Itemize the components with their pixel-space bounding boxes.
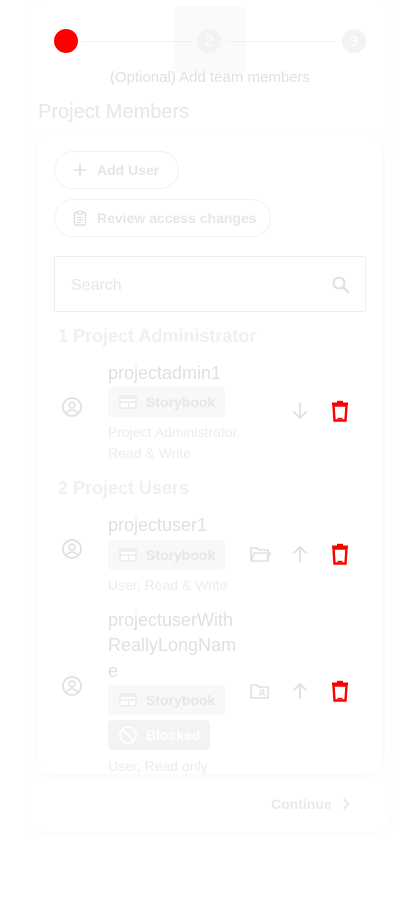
account-circle-icon [62, 676, 82, 696]
delete-icon[interactable] [329, 543, 351, 565]
step-3-number: 3 [349, 32, 359, 50]
user-role-line: Project Administrator, [108, 424, 241, 440]
add-user-button[interactable]: Add User [54, 151, 179, 189]
delete-icon[interactable] [329, 680, 351, 702]
add-team-members-page: 2 3 (Optional) Add team members Project … [0, 0, 420, 920]
user-name-line: projectuserWith [108, 610, 234, 630]
web-layout-icon [119, 693, 137, 707]
blocked-badge: Blocked [108, 720, 211, 750]
folder-open-icon[interactable] [249, 543, 271, 565]
group-header-administrators: 1 Project Administrator [58, 326, 257, 346]
user-role-line: Read & Write [108, 445, 191, 461]
arrow-down-icon[interactable] [289, 400, 311, 422]
project-chip: Storybook [108, 540, 226, 570]
search-icon[interactable] [331, 275, 351, 295]
web-layout-icon [119, 548, 137, 562]
step-1-indicator[interactable] [54, 29, 78, 53]
review-access-changes-button[interactable]: Review access changes [54, 199, 271, 237]
chevron-right-icon [342, 798, 350, 810]
step-2-number: 2 [204, 32, 214, 50]
blocked-label: Blocked [146, 727, 201, 743]
user-role-line: User, Read & Write [108, 577, 228, 593]
user-name-line: e [108, 661, 119, 681]
account-circle-icon [62, 397, 82, 417]
user-role-line: User, Read only [108, 758, 208, 774]
search-placeholder: Search [71, 277, 122, 294]
web-layout-icon [119, 395, 137, 409]
plus-icon [74, 164, 86, 176]
project-chip-label: Storybook [146, 692, 216, 708]
arrow-up-icon[interactable] [289, 543, 311, 565]
group-header-users: 2 Project Users [58, 478, 190, 498]
account-circle-icon [62, 539, 82, 559]
project-chip-label: Storybook [146, 547, 216, 563]
project-chip: Storybook [108, 387, 226, 417]
section-title: Project Members [38, 101, 190, 123]
arrow-up-icon[interactable] [289, 680, 311, 702]
blocked-icon [119, 726, 137, 744]
project-chip: Storybook [108, 685, 226, 715]
step-2-indicator[interactable]: 2 [197, 29, 221, 53]
user-name: projectadmin1 [108, 363, 222, 383]
search-input[interactable]: Search [54, 256, 366, 312]
add-user-label: Add User [97, 162, 160, 178]
stepper: 2 3 (Optional) Add team members [0, 0, 420, 90]
continue-button[interactable]: Continue [271, 796, 350, 812]
step-3-indicator[interactable]: 3 [342, 29, 366, 53]
continue-label: Continue [271, 796, 332, 812]
folder-shared-icon[interactable] [249, 680, 271, 702]
delete-icon[interactable] [329, 400, 351, 422]
user-name: projectuser1 [108, 515, 208, 535]
project-chip-label: Storybook [146, 394, 216, 410]
stepper-connector [82, 41, 192, 42]
clipboard-icon [73, 210, 87, 226]
stepper-connector [226, 41, 336, 42]
user-name-line: ReallyLongNam [108, 635, 237, 655]
review-access-changes-label: Review access changes [97, 210, 257, 226]
current-step-label: (Optional) Add team members [109, 69, 311, 86]
